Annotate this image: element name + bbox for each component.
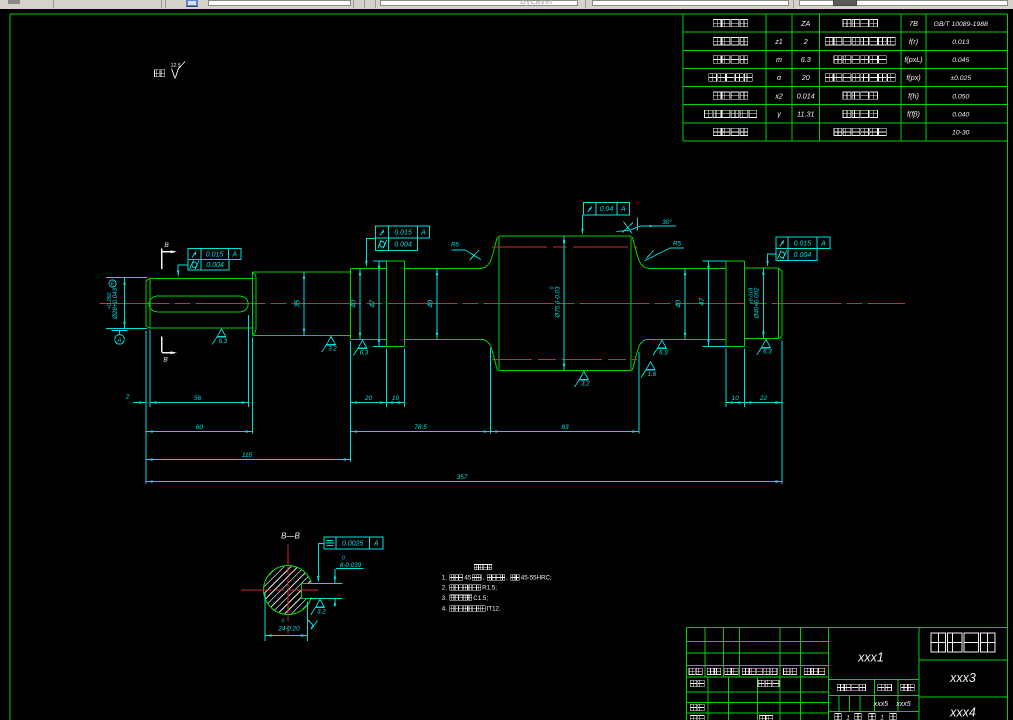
svg-text:60: 60 — [196, 424, 204, 431]
svg-text:Ø40+0.002: Ø40+0.002 — [754, 287, 761, 319]
svg-text:A: A — [116, 338, 121, 344]
svg-text:0.004: 0.004 — [794, 252, 812, 259]
svg-text:0.004: 0.004 — [394, 242, 412, 249]
svg-text:m: m — [776, 55, 782, 64]
svg-text:,: , — [482, 575, 484, 582]
svg-text:,: , — [506, 575, 508, 582]
svg-text:2: 2 — [125, 393, 130, 400]
svg-text:Ø75.6-0.03: Ø75.6-0.03 — [555, 286, 562, 319]
svg-text:40: 40 — [428, 300, 435, 308]
svg-text:A: A — [373, 540, 379, 547]
svg-text:6.3: 6.3 — [219, 338, 228, 345]
svg-text:xxx5: xxx5 — [873, 701, 889, 708]
svg-text:0.004: 0.004 — [206, 262, 224, 269]
svg-text:0.015: 0.015 — [394, 229, 412, 236]
svg-text:10-30: 10-30 — [952, 130, 970, 137]
svg-text:A: A — [231, 251, 237, 258]
svg-text:20: 20 — [801, 73, 810, 82]
svg-text:4.: 4. — [442, 605, 447, 612]
svg-text:A: A — [620, 206, 626, 213]
svg-text:3.: 3. — [442, 595, 447, 602]
svg-text:A: A — [420, 229, 426, 236]
svg-text:6.3: 6.3 — [763, 349, 772, 356]
svg-text:1.6: 1.6 — [648, 371, 657, 378]
svg-text:56: 56 — [194, 395, 202, 402]
svg-text:+0.050: +0.050 — [107, 293, 113, 310]
svg-text:6.3: 6.3 — [659, 349, 668, 356]
svg-text:R5: R5 — [673, 240, 682, 247]
svg-text:45: 45 — [464, 575, 471, 582]
svg-text:Ø28+0.043: Ø28+0.043 — [112, 288, 119, 320]
svg-text:10: 10 — [392, 395, 400, 402]
svg-text:22: 22 — [759, 395, 768, 402]
svg-text:0.015: 0.015 — [794, 240, 812, 247]
svg-text:R5: R5 — [451, 241, 460, 248]
svg-text:xxx4: xxx4 — [949, 706, 976, 720]
svg-text:47: 47 — [370, 299, 377, 308]
svg-text:0: 0 — [282, 618, 285, 624]
svg-text:R1.5;: R1.5; — [482, 585, 497, 592]
svg-text:GB/T 10089-1988: GB/T 10089-1988 — [934, 21, 988, 28]
svg-text:0.04: 0.04 — [600, 206, 614, 213]
svg-text:γ: γ — [777, 109, 781, 118]
svg-text:z1: z1 — [774, 37, 783, 46]
svg-text:0.015: 0.015 — [206, 251, 224, 258]
svg-text:C1.5;: C1.5; — [473, 595, 488, 602]
svg-text:45-55HRC;: 45-55HRC; — [521, 575, 552, 582]
svg-text:7B: 7B — [909, 19, 918, 28]
svg-text:α: α — [777, 73, 782, 82]
svg-text:A: A — [820, 240, 826, 247]
svg-text:0.0025: 0.0025 — [342, 540, 364, 547]
svg-text:47: 47 — [699, 297, 706, 306]
svg-text:xxx5: xxx5 — [895, 701, 911, 708]
svg-text:f(pxL): f(pxL) — [904, 55, 922, 64]
svg-text:f(fβ): f(fβ) — [907, 109, 920, 118]
svg-text:10: 10 — [732, 395, 740, 402]
svg-text:±0.025: ±0.025 — [950, 75, 971, 82]
svg-text:ZA: ZA — [800, 19, 810, 28]
svg-text:40: 40 — [351, 300, 358, 308]
svg-text:2: 2 — [803, 37, 808, 46]
svg-text:24-0.20: 24-0.20 — [277, 626, 300, 633]
svg-text:35: 35 — [295, 300, 302, 308]
svg-text:0: 0 — [342, 556, 345, 562]
svg-text:xxx1: xxx1 — [857, 651, 884, 665]
svg-text:f(px): f(px) — [906, 73, 920, 82]
svg-text:0.040: 0.040 — [952, 111, 969, 118]
svg-text:f(r): f(r) — [909, 37, 918, 46]
svg-text:6.3: 6.3 — [360, 349, 369, 356]
svg-text:x2: x2 — [774, 91, 783, 100]
svg-text:1.: 1. — [442, 575, 447, 582]
svg-text:f(h): f(h) — [908, 91, 919, 100]
svg-text:78.5: 78.5 — [414, 424, 427, 431]
svg-text:+0.018: +0.018 — [748, 288, 754, 305]
svg-text:115: 115 — [242, 452, 253, 459]
svg-text:2.: 2. — [442, 585, 447, 592]
svg-text:0.014: 0.014 — [797, 91, 815, 100]
svg-text:0: 0 — [550, 286, 556, 289]
svg-text:0.050: 0.050 — [952, 93, 969, 100]
svg-text:xxx3: xxx3 — [949, 671, 976, 685]
svg-text:83: 83 — [561, 424, 569, 431]
svg-text:0.045: 0.045 — [952, 57, 969, 64]
svg-text:11.31: 11.31 — [797, 109, 814, 118]
svg-text:8-0.039: 8-0.039 — [340, 562, 362, 569]
svg-text:40: 40 — [676, 300, 683, 308]
svg-text:IT12.: IT12. — [487, 605, 501, 612]
svg-text:1: 1 — [880, 715, 884, 720]
svg-text:12.5: 12.5 — [171, 63, 181, 69]
svg-text:20: 20 — [364, 395, 373, 402]
svg-text:6.3: 6.3 — [801, 55, 811, 64]
svg-text:3.2: 3.2 — [328, 346, 337, 353]
svg-text:1: 1 — [846, 715, 850, 720]
svg-text:357: 357 — [457, 474, 468, 481]
svg-text:3.2: 3.2 — [317, 609, 326, 616]
svg-text:B: B — [163, 357, 168, 364]
svg-text:B—B: B—B — [281, 532, 300, 541]
svg-text:3.2: 3.2 — [581, 381, 590, 388]
svg-text:0.013: 0.013 — [952, 39, 969, 46]
svg-text:30°: 30° — [662, 218, 672, 226]
svg-text:B: B — [164, 242, 169, 249]
